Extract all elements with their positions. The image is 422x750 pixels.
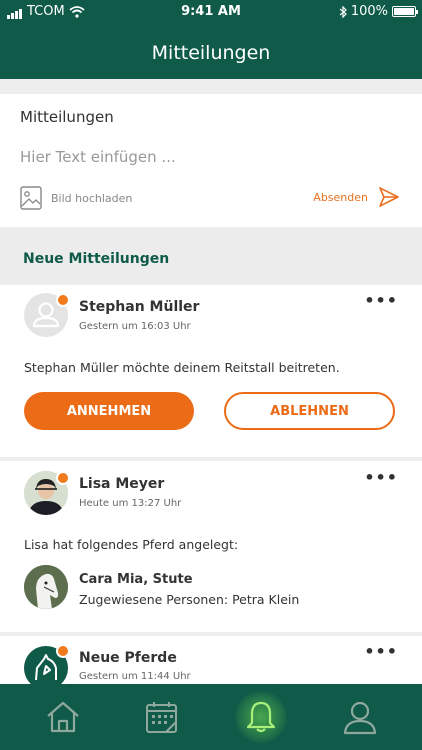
horse-avatar [24, 565, 68, 609]
section-title: Neue Mitteilungen [23, 251, 170, 267]
timestamp: Gestern um 16:03 Uhr [79, 321, 191, 332]
more-options-button[interactable]: ••• [364, 642, 398, 661]
more-options-button[interactable]: ••• [364, 468, 398, 487]
bell-icon [246, 701, 276, 733]
upload-label: Bild hochladen [51, 191, 133, 205]
section-header: Neue Mitteilungen [0, 227, 422, 284]
status-bar: TCOM 9:41 AM 100% [0, 0, 422, 24]
status-right: 100% [339, 4, 418, 19]
timestamp: Gestern um 11:44 Uhr [79, 671, 191, 682]
composer-label: Mitteilungen [20, 108, 114, 126]
accept-button[interactable]: ANNEHMEN [24, 392, 194, 430]
notification-card: Lisa Meyer Heute um 13:27 Uhr ••• Lisa h… [0, 461, 422, 632]
sender-name: Lisa Meyer [79, 476, 165, 492]
timestamp: Heute um 13:27 Uhr [79, 498, 182, 509]
more-options-button[interactable]: ••• [364, 291, 398, 310]
battery-icon [392, 6, 418, 17]
home-icon [47, 701, 79, 733]
send-label: Absenden [313, 190, 368, 204]
horse-name: Cara Mia, Stute [79, 572, 193, 587]
notification-message: Stephan Müller möchte deinem Reitstall b… [24, 360, 340, 375]
profile-icon [343, 701, 377, 735]
tab-home[interactable] [43, 697, 83, 737]
tab-calendar[interactable] [142, 697, 182, 737]
upload-image-button[interactable]: Bild hochladen [20, 186, 132, 210]
decline-button[interactable]: ABLEHNEN [224, 392, 395, 430]
sender-name: Stephan Müller [79, 299, 200, 315]
bluetooth-icon [339, 5, 347, 18]
calendar-icon [146, 702, 177, 733]
tab-bar [0, 684, 422, 750]
message-composer: Mitteilungen Bild hochladen Absenden [0, 94, 422, 227]
sender-name: Neue Pferde [79, 650, 177, 666]
notification-card: Stephan Müller Gestern um 16:03 Uhr ••• … [0, 285, 422, 457]
tab-profile[interactable] [340, 697, 380, 737]
send-icon [379, 187, 399, 207]
top-bar: TCOM 9:41 AM 100% Mitteilungen [0, 0, 422, 79]
unread-badge [56, 293, 70, 307]
image-icon [20, 186, 42, 210]
notification-message: Lisa hat folgendes Pferd angelegt: [24, 537, 239, 552]
battery-label: 100% [350, 4, 388, 19]
assigned-persons: Zugewiesene Personen: Petra Klein [79, 592, 300, 607]
page-title: Mitteilungen [151, 42, 271, 64]
unread-badge [56, 471, 70, 485]
horse-photo [24, 565, 68, 609]
tab-notifications[interactable] [235, 691, 287, 743]
unread-badge [56, 644, 70, 658]
message-input[interactable] [20, 148, 400, 166]
send-button[interactable]: Absenden [313, 186, 400, 208]
notification-card: Neue Pferde Gestern um 11:44 Uhr ••• [0, 636, 422, 684]
